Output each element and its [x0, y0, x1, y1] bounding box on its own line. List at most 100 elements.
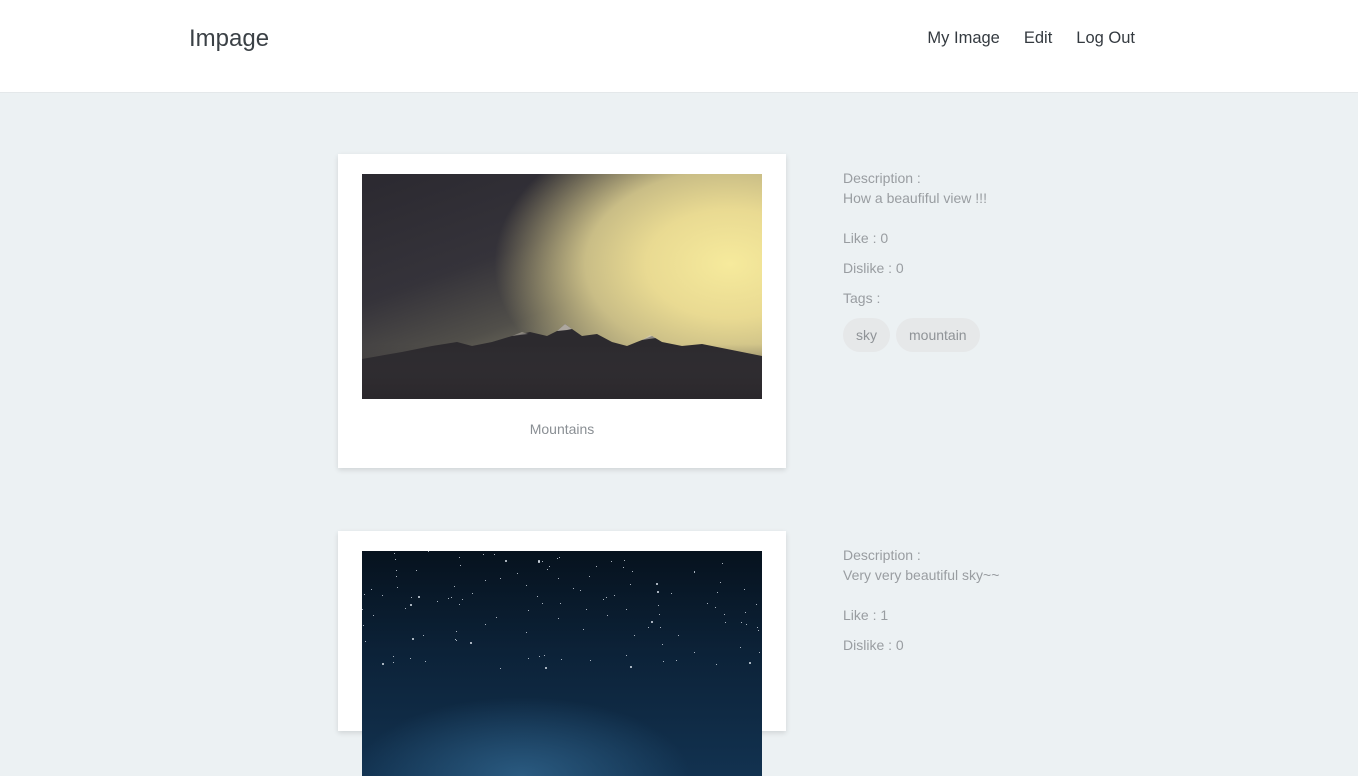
image-info-panel: Description : Very very beautiful sky~~ …: [843, 545, 999, 665]
star-dot: [694, 652, 695, 653]
star-dot: [416, 570, 417, 571]
brand-logo[interactable]: Impage: [189, 25, 269, 53]
star-dot: [676, 660, 677, 661]
star-dot: [607, 615, 608, 616]
image-title: Mountains: [529, 421, 595, 437]
star-dot: [483, 554, 484, 555]
star-dot: [544, 655, 545, 656]
star-dot: [671, 593, 672, 594]
star-dot: [720, 582, 721, 583]
star-dot: [651, 621, 653, 623]
star-dot: [694, 572, 695, 573]
star-dot: [623, 567, 624, 568]
star-dot: [410, 658, 411, 659]
star-dot: [634, 635, 635, 636]
star-dot: [583, 629, 584, 630]
star-dot: [561, 659, 562, 660]
night-sky-photo[interactable]: [362, 551, 762, 776]
star-dot: [717, 592, 718, 593]
star-dot: [382, 663, 384, 665]
star-dot: [365, 641, 366, 642]
star-dot: [678, 635, 679, 636]
star-dot: [560, 603, 561, 604]
star-dot: [573, 588, 574, 589]
nav-my-image-link[interactable]: My Image: [927, 29, 999, 48]
star-dot: [624, 560, 625, 561]
star-dot: [412, 638, 414, 640]
star-dot: [485, 624, 486, 625]
star-dot: [396, 570, 397, 571]
star-dot: [382, 595, 383, 596]
star-dot: [656, 583, 658, 585]
star-dot: [517, 573, 518, 574]
star-dot: [603, 599, 604, 600]
star-dot: [451, 597, 452, 598]
star-dot: [462, 599, 463, 600]
star-dot: [662, 644, 663, 645]
description-label: Description :: [843, 547, 921, 563]
star-dot: [745, 612, 746, 613]
image-info-panel: Description : How a beaufiful view !!! L…: [843, 168, 987, 352]
like-count: Like : 0: [843, 230, 889, 246]
star-dot: [542, 603, 543, 604]
description-label: Description :: [843, 170, 921, 186]
star-dot: [456, 640, 457, 641]
star-dot: [472, 593, 473, 594]
star-dot: [460, 565, 461, 566]
dislike-count: Dislike : 0: [843, 637, 904, 653]
star-dot: [586, 609, 587, 610]
star-dot: [741, 622, 742, 623]
star-dot: [526, 632, 527, 633]
tag-list: sky mountain: [843, 318, 987, 352]
star-dot: [500, 668, 501, 669]
star-dot: [558, 578, 559, 579]
star-dot: [448, 598, 449, 599]
star-dot: [756, 604, 757, 605]
star-dot: [362, 609, 363, 610]
star-dot: [364, 594, 365, 595]
description-text: How a beaufiful view !!!: [843, 190, 987, 206]
star-dot: [437, 601, 438, 602]
star-dot: [648, 627, 649, 628]
star-dot: [725, 622, 726, 623]
star-dot: [405, 608, 406, 609]
mountains-photo[interactable]: [362, 174, 762, 399]
star-dot: [589, 576, 590, 577]
star-dot: [411, 597, 412, 598]
star-dot: [459, 604, 460, 605]
star-dot: [663, 661, 664, 662]
tag-chip[interactable]: sky: [843, 318, 890, 352]
star-dot: [397, 587, 398, 588]
star-dot: [557, 558, 558, 559]
star-dot: [455, 639, 456, 640]
nav-links: My Image Edit Log Out: [927, 29, 1135, 48]
star-dot: [459, 557, 460, 558]
star-dot: [746, 624, 747, 625]
tag-chip[interactable]: mountain: [896, 318, 980, 352]
mountain-silhouette: [362, 324, 762, 399]
star-dot: [559, 557, 560, 558]
star-dot: [500, 578, 501, 579]
star-dot: [630, 666, 632, 668]
star-dot: [542, 561, 543, 562]
star-dot: [757, 627, 758, 628]
description-text: Very very beautiful sky~~: [843, 567, 1000, 583]
nav-logout-link[interactable]: Log Out: [1076, 29, 1135, 48]
star-dot: [549, 566, 550, 567]
star-dot: [657, 591, 659, 593]
star-dot: [496, 617, 497, 618]
star-dot: [744, 589, 745, 590]
star-dot: [539, 656, 540, 657]
star-dot: [590, 660, 591, 661]
star-dot: [470, 642, 472, 644]
star-dot: [396, 576, 397, 577]
star-dot: [724, 614, 725, 615]
image-card: [338, 531, 786, 776]
star-dot: [485, 580, 486, 581]
star-dot: [659, 614, 660, 615]
top-navbar: Impage My Image Edit Log Out: [0, 0, 1358, 93]
like-count: Like : 1: [843, 607, 889, 623]
star-dot: [373, 615, 374, 616]
nav-edit-link[interactable]: Edit: [1024, 29, 1052, 48]
dislike-count: Dislike : 0: [843, 260, 904, 276]
